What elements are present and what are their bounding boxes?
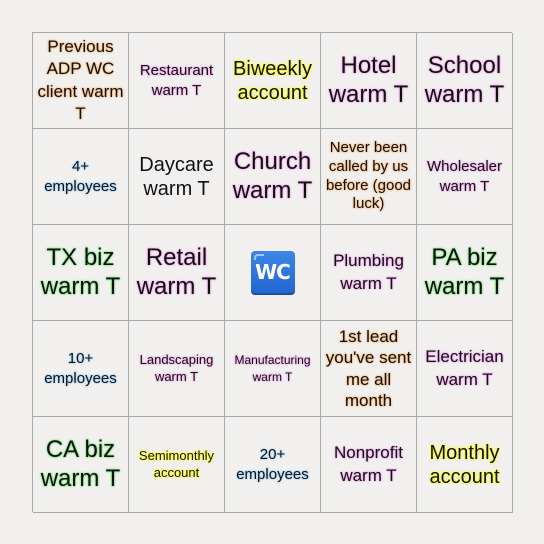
cell-label: Biweekly account bbox=[233, 57, 312, 104]
bingo-cell[interactable]: Previous ADP WC client warm T bbox=[33, 33, 129, 129]
bingo-cell[interactable]: School warm T bbox=[417, 33, 513, 129]
cell-label: Manufacturing warm T bbox=[234, 353, 311, 384]
cell-label: Church warm T bbox=[232, 147, 313, 204]
cell-label: Never been called by us before (good luc… bbox=[325, 139, 412, 213]
bingo-cell[interactable]: Church warm T bbox=[225, 129, 321, 225]
bingo-cell[interactable]: CA biz warm T bbox=[33, 417, 129, 513]
bingo-cell[interactable]: Landscaping warm T bbox=[129, 321, 225, 417]
bingo-cell[interactable]: Hotel warm T bbox=[321, 33, 417, 129]
cell-label: Landscaping warm T bbox=[139, 351, 214, 384]
bingo-cell[interactable]: PA biz warm T bbox=[417, 225, 513, 321]
bingo-cell[interactable]: Nonprofit warm T bbox=[321, 417, 417, 513]
water-closet-icon: WC bbox=[250, 250, 295, 295]
bingo-cell[interactable]: 1st lead you've sent me all month bbox=[321, 321, 417, 417]
bingo-cell[interactable]: Daycare warm T bbox=[129, 129, 225, 225]
cell-label: Plumbing warm T bbox=[333, 251, 404, 293]
cell-label: 20+ employees bbox=[236, 446, 309, 483]
cell-label: 4+ employees bbox=[44, 158, 117, 195]
cell-label: Semimonthly account bbox=[138, 447, 215, 480]
bingo-free-space[interactable]: WC bbox=[225, 225, 321, 321]
bingo-cell[interactable]: Manufacturing warm T bbox=[225, 321, 321, 417]
bingo-cell[interactable]: Biweekly account bbox=[225, 33, 321, 129]
cell-label: 1st lead you've sent me all month bbox=[325, 327, 412, 410]
bingo-cell[interactable]: Never been called by us before (good luc… bbox=[321, 129, 417, 225]
bingo-cell[interactable]: Retail warm T bbox=[129, 225, 225, 321]
bingo-board: Previous ADP WC client warm T Restaurant… bbox=[32, 32, 513, 513]
cell-label: PA biz warm T bbox=[424, 243, 505, 300]
cell-label: CA biz warm T bbox=[40, 435, 121, 492]
cell-label: Daycare warm T bbox=[139, 153, 214, 200]
cell-label: Nonprofit warm T bbox=[334, 443, 403, 485]
cell-label: Wholesaler warm T bbox=[426, 158, 503, 195]
cell-label: TX biz warm T bbox=[40, 243, 121, 300]
cell-label: Monthly account bbox=[429, 441, 500, 488]
bingo-cell[interactable]: Restaurant warm T bbox=[129, 33, 225, 129]
bingo-cell[interactable]: 20+ employees bbox=[225, 417, 321, 513]
bingo-cell[interactable]: Electrician warm T bbox=[417, 321, 513, 417]
cell-label: 10+ employees bbox=[44, 350, 117, 387]
cell-label: Previous ADP WC client warm T bbox=[37, 37, 124, 123]
cell-label: Restaurant warm T bbox=[139, 62, 214, 99]
cell-label: Electrician warm T bbox=[425, 347, 504, 389]
bingo-cell[interactable]: TX biz warm T bbox=[33, 225, 129, 321]
cell-label: Retail warm T bbox=[136, 243, 217, 300]
bingo-cell[interactable]: 10+ employees bbox=[33, 321, 129, 417]
bingo-cell[interactable]: Plumbing warm T bbox=[321, 225, 417, 321]
bingo-cell[interactable]: Monthly account bbox=[417, 417, 513, 513]
cell-label: School warm T bbox=[424, 51, 505, 108]
bingo-cell[interactable]: Semimonthly account bbox=[129, 417, 225, 513]
bingo-cell[interactable]: 4+ employees bbox=[33, 129, 129, 225]
cell-label: Hotel warm T bbox=[328, 51, 409, 108]
bingo-cell[interactable]: Wholesaler warm T bbox=[417, 129, 513, 225]
wc-icon-label: WC bbox=[255, 260, 291, 284]
